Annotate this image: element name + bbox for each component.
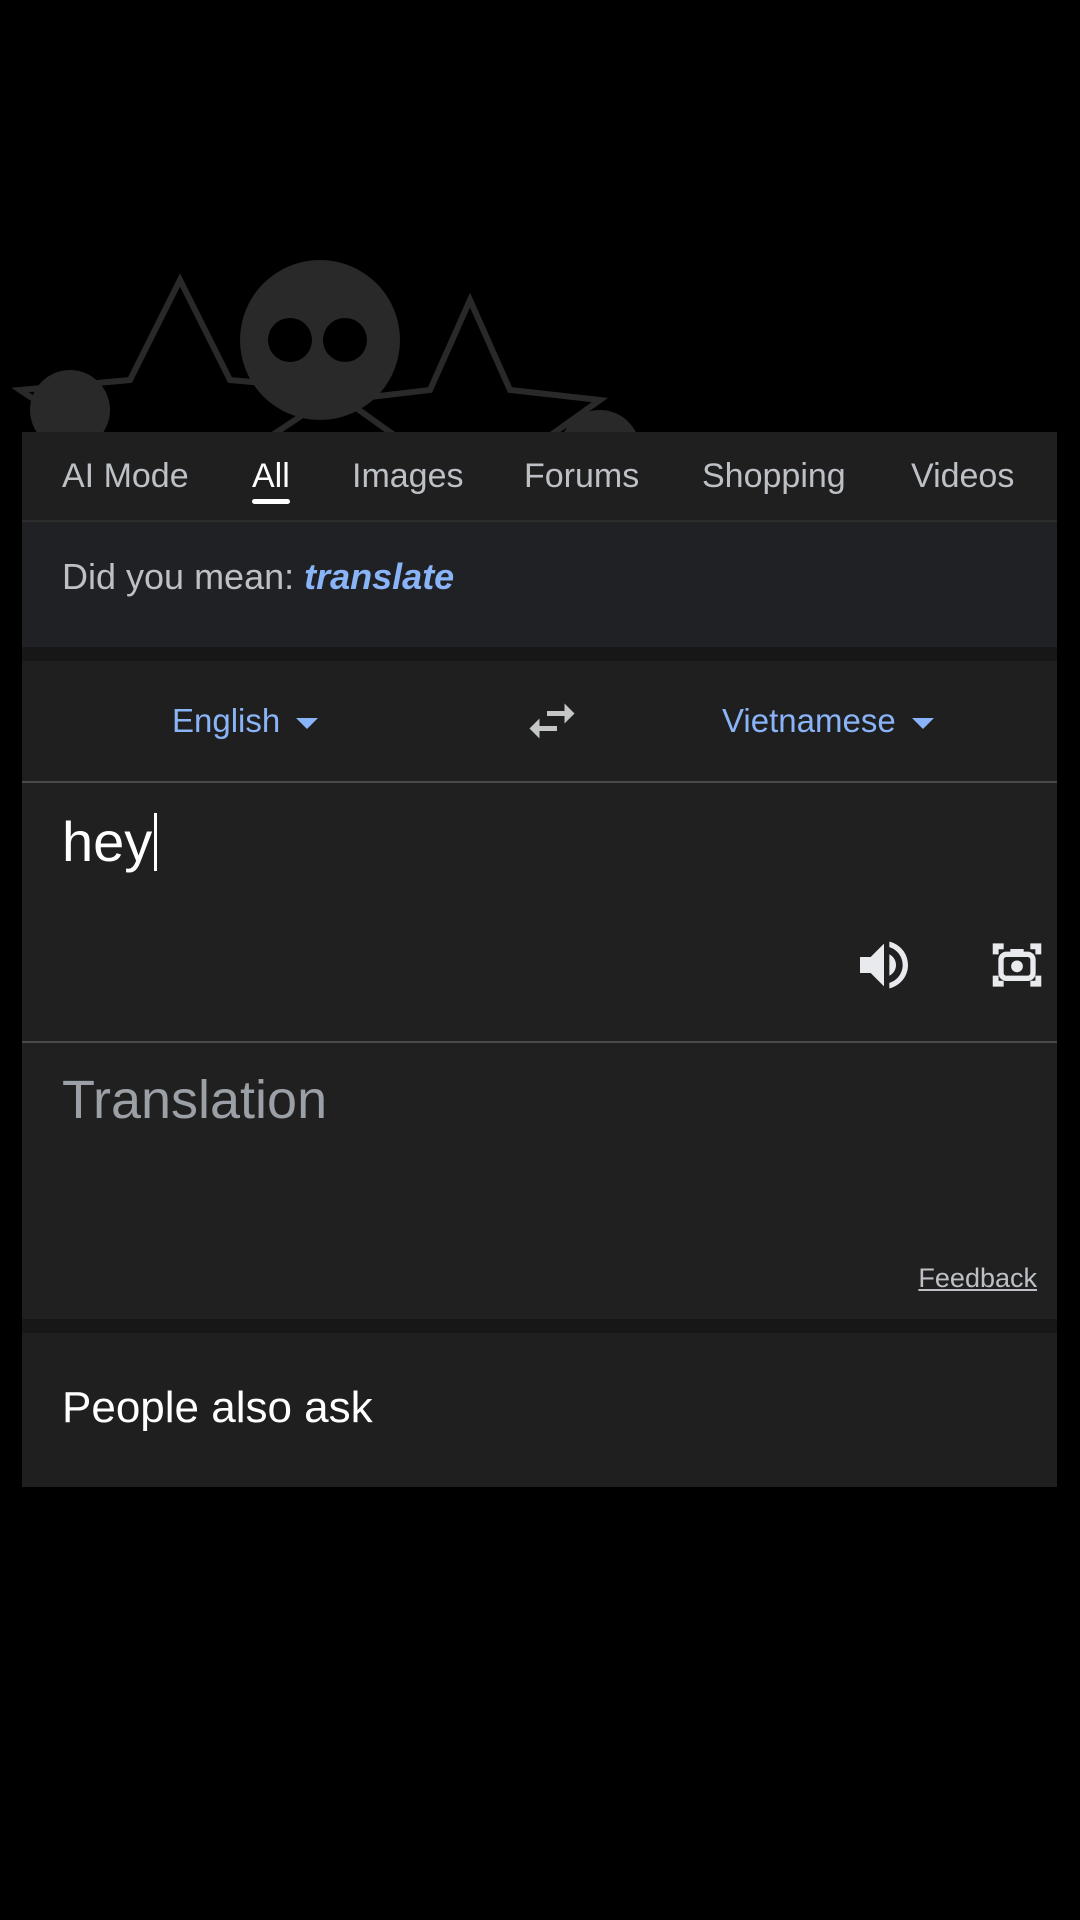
tab-shopping[interactable]: Shopping [702, 432, 846, 520]
tab-all[interactable]: All [252, 432, 290, 520]
tab-ai-mode[interactable]: AI Mode [62, 432, 189, 520]
camera-lens-icon[interactable] [985, 933, 1049, 997]
speaker-icon[interactable] [852, 933, 916, 997]
translation-placeholder: Translation [62, 1070, 328, 1130]
source-language-dropdown[interactable]: English [172, 661, 319, 781]
dropdown-caret-icon [911, 717, 934, 729]
source-text-value[interactable]: hey [62, 809, 158, 874]
did-you-mean: Did you mean: translate [62, 556, 454, 598]
tabs-divider [22, 520, 1057, 522]
section-divider [22, 1319, 1057, 1333]
people-also-ask-section: People also ask [22, 1333, 1057, 1487]
source-text-input[interactable]: hey [22, 783, 1057, 1041]
feedback-link[interactable]: Feedback [918, 1263, 1037, 1294]
people-also-ask-title: People also ask [62, 1383, 373, 1432]
section-divider [22, 647, 1057, 661]
did-you-mean-prefix: Did you mean: [62, 556, 295, 597]
source-language-label: English [172, 702, 281, 739]
tab-forums[interactable]: Forums [524, 432, 639, 520]
screen: AI Mode All Images Forums Shopping Video… [0, 0, 1080, 1920]
target-language-dropdown[interactable]: Vietnamese [722, 661, 934, 781]
target-language-label: Vietnamese [722, 702, 896, 739]
swap-languages-icon[interactable] [522, 691, 582, 751]
translation-output: Translation Feedback [22, 1043, 1057, 1319]
dropdown-caret-icon [296, 717, 319, 729]
search-tabs: AI Mode All Images Forums Shopping Video… [22, 432, 1057, 520]
tab-videos[interactable]: Videos [911, 432, 1014, 520]
language-selector-row: English Vietnamese [22, 661, 1057, 781]
tab-images[interactable]: Images [352, 432, 464, 520]
search-results-card: AI Mode All Images Forums Shopping Video… [22, 432, 1057, 1487]
did-you-mean-suggestion-link[interactable]: translate [304, 556, 454, 597]
text-cursor [154, 813, 158, 871]
